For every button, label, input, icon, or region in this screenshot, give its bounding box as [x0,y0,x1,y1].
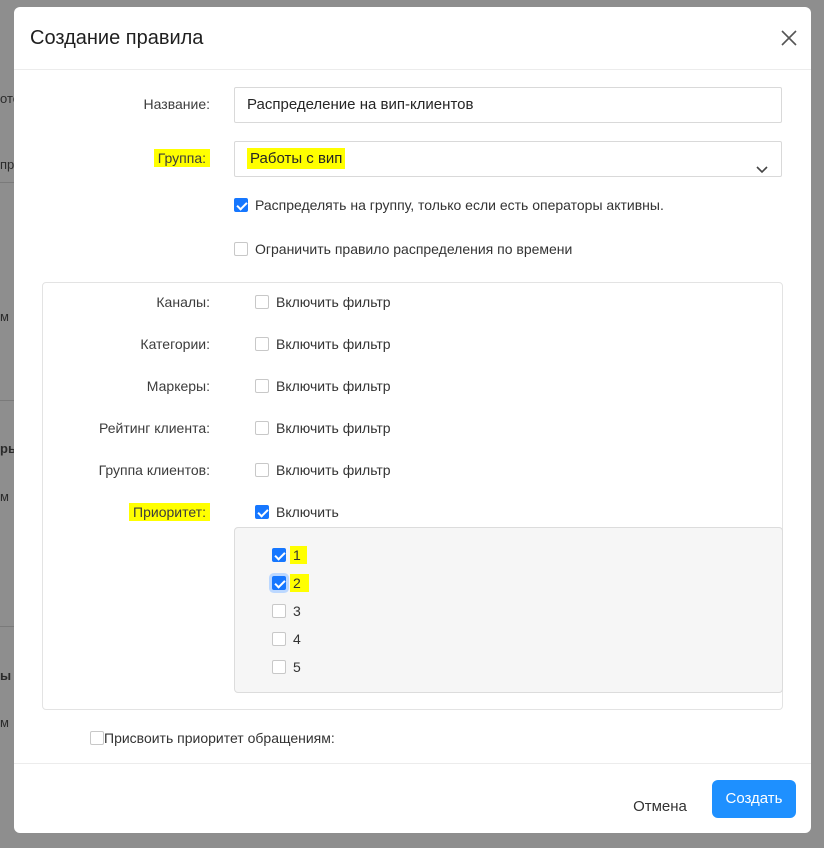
background-text: м [0,309,9,324]
priority-level-1-checkbox[interactable] [272,548,286,562]
close-icon[interactable] [779,28,799,48]
markers-label: Маркеры: [146,378,210,394]
name-label: Название: [143,96,210,112]
group-label-text: Группа: [153,149,210,167]
group-select-value: Работы с вип [247,148,346,169]
dialog-footer: Отмена Создать [14,763,811,833]
distribute-only-active-label: Распределять на группу, только если есть… [255,197,664,213]
dialog-title: Создание правила [30,27,204,49]
background-text: м [0,489,9,504]
channels-filter-checkbox[interactable] [255,295,269,309]
channels-label: Каналы: [156,294,210,310]
chevron-down-icon [755,154,769,174]
categories-label: Категории: [140,336,210,352]
priority-level-4-label: 4 [293,631,301,647]
dialog-header: Создание правила [14,7,811,70]
markers-filter-checkbox[interactable] [255,379,269,393]
group-select[interactable]: Работы с вип [234,141,782,177]
group-label: Группа: [54,149,210,167]
name-input[interactable]: Распределение на вип-клиентов [234,87,782,123]
priority-levels-panel [234,527,783,693]
client-group-filter-checkbox[interactable] [255,463,269,477]
client-rating-label: Рейтинг клиента: [98,420,210,436]
distribute-only-active-checkbox[interactable] [234,198,248,212]
priority-label: Приоритет: [54,503,210,521]
name-input-value: Распределение на вип-клиентов [247,96,474,113]
priority-label-text: Приоритет: [129,503,210,521]
background-divider [0,182,14,183]
priority-level-1-value: 1 [290,546,307,564]
create-button[interactable]: Создать [712,780,796,818]
limit-by-time-label: Ограничить правило распределения по врем… [255,241,573,257]
priority-enable-label: Включить [276,504,339,520]
priority-level-2-label: 2 [290,574,309,592]
priority-level-5-checkbox[interactable] [272,660,286,674]
channels-filter-label: Включить фильтр [276,294,391,310]
priority-enable-checkbox[interactable] [255,505,269,519]
background-text: м [0,715,9,730]
background-text: ы [0,668,12,683]
priority-level-1-label: 1 [290,546,307,564]
priority-level-2-checkbox[interactable] [272,576,286,590]
priority-level-3-label: 3 [293,603,301,619]
client-rating-filter-checkbox[interactable] [255,421,269,435]
client-group-label: Группа клиентов: [98,462,210,478]
create-rule-dialog: Создание правила Название: Распределение… [14,7,811,833]
priority-level-2-value: 2 [290,574,309,592]
assign-priority-label: Присвоить приоритет обращениям: [104,730,335,746]
cancel-button[interactable]: Отмена [622,789,698,825]
client-rating-filter-label: Включить фильтр [276,420,391,436]
priority-level-5-label: 5 [293,659,301,675]
priority-level-4-checkbox[interactable] [272,632,286,646]
assign-priority-checkbox[interactable] [90,731,104,745]
background-divider [0,400,14,401]
background-divider [0,626,14,627]
markers-filter-label: Включить фильтр [276,378,391,394]
categories-filter-checkbox[interactable] [255,337,269,351]
categories-filter-label: Включить фильтр [276,336,391,352]
client-group-filter-label: Включить фильтр [276,462,391,478]
limit-by-time-checkbox[interactable] [234,242,248,256]
priority-level-3-checkbox[interactable] [272,604,286,618]
